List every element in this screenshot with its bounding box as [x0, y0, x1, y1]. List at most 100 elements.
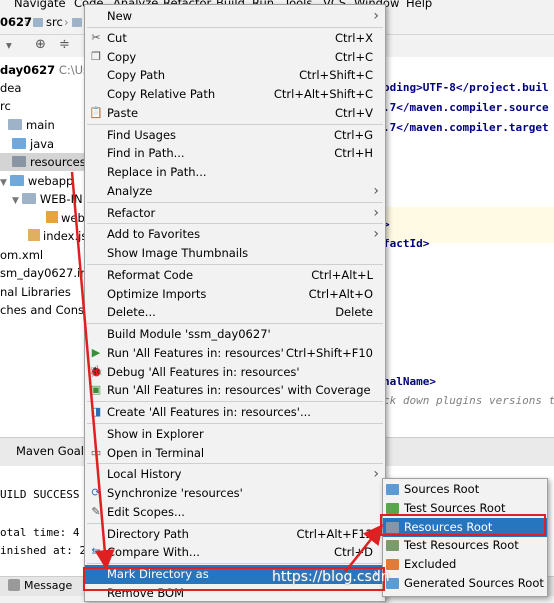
menu-item-run-all-features-in-resources-with-coverage[interactable]: ▣ Run 'All Features in: resources' with C… — [85, 381, 385, 400]
folder-icon — [12, 156, 26, 167]
tree-item-web-inf[interactable]: ▼ WEB-IN — [12, 190, 83, 208]
menu-item-label: Refactor — [107, 205, 156, 220]
tree-item-resources[interactable]: resources — [0, 153, 85, 171]
tree-item-scratches[interactable]: ches and Consol — [0, 301, 85, 319]
menu-item-edit-scopes[interactable]: ✎ Edit Scopes... — [85, 503, 385, 522]
menu-item-label: Create 'All Features in: resources'... — [107, 405, 311, 419]
code-line: nalName> — [383, 375, 436, 388]
menu-item-delete[interactable]: Delete... Delete — [85, 303, 385, 322]
menu-item-copy[interactable]: ❐ Copy Ctrl+C — [85, 48, 385, 67]
menu-item-paste[interactable]: 📋 Paste Ctrl+V — [85, 104, 385, 123]
submenu-item-resources-root[interactable]: Resources Root — [383, 517, 547, 537]
menu-item-label: Local History — [107, 467, 182, 482]
menu-item-label: Synchronize 'resources' — [107, 486, 243, 500]
watermark-text: https://blog.csdn — [272, 569, 390, 585]
tree-item-iml[interactable]: sm_day0627.iml — [0, 264, 85, 282]
menu-item-analyze[interactable]: Analyze › — [85, 182, 385, 201]
menu-item-label: Copy — [107, 49, 137, 64]
tree-item-label: day0627 — [0, 63, 56, 77]
collapse-all-icon[interactable]: ≑ — [59, 37, 70, 52]
menu-item-copy-relative-path[interactable]: Copy Relative Path Ctrl+Alt+Shift+C — [85, 85, 385, 104]
menu-item-show-image-thumbnails[interactable]: Show Image Thumbnails — [85, 244, 385, 263]
menu-item-shortcut: Ctrl+Alt+F12 — [296, 526, 373, 541]
menu-item-label: Open in Terminal — [107, 445, 205, 460]
tree-item-libraries[interactable]: nal Libraries — [0, 283, 71, 301]
menu-item-local-history[interactable]: Local History › — [85, 465, 385, 484]
code-line: .7</maven.compiler.target — [383, 121, 549, 134]
tree-item-idea[interactable]: dea — [0, 79, 21, 97]
submenu-item-label: Test Sources Root — [404, 500, 506, 515]
menu-item-remove-bom[interactable]: Remove BOM — [85, 584, 385, 603]
menu-item-synchronize-resources[interactable]: ⟳ Synchronize 'resources' — [85, 484, 385, 503]
menu-item-reformat-code[interactable]: Reformat Code Ctrl+Alt+L — [85, 266, 385, 285]
menu-item-label: Find in Path... — [107, 146, 185, 161]
menu-item-build-module-ssm-day0627[interactable]: Build Module 'ssm_day0627' — [85, 325, 385, 344]
coverage-icon: ▣ — [90, 383, 102, 397]
tree-item-pom[interactable]: om.xml — [0, 246, 43, 264]
menu-item-optimize-imports[interactable]: Optimize Imports Ctrl+Alt+O — [85, 285, 385, 304]
tree-item-root[interactable]: day0627 C:\User — [0, 61, 85, 79]
menu-item-replace-in-path[interactable]: Replace in Path... — [85, 163, 385, 182]
menu-item-label: Paste — [107, 105, 139, 120]
menu-item-shortcut: Ctrl+Shift+C — [299, 68, 373, 83]
menu-item-label: Find Usages — [107, 127, 177, 142]
dropdown-arrow-icon[interactable]: ▾ — [6, 38, 12, 52]
tree-item-main[interactable]: main — [8, 116, 55, 134]
submenu-arrow-icon: › — [373, 204, 379, 221]
folder-icon — [386, 484, 399, 495]
tree-item-web-xml[interactable]: web — [46, 209, 85, 227]
menu-item-add-to-favorites[interactable]: Add to Favorites › — [85, 225, 385, 244]
menu-item-cut[interactable]: ✂ Cut Ctrl+X — [85, 29, 385, 48]
menu-item-label: Add to Favorites — [107, 227, 201, 242]
tab-maven-goal[interactable]: Maven Goal — [16, 444, 84, 458]
submenu-item-test-resources-root[interactable]: Test Resources Root — [383, 536, 547, 555]
tree-item-webapp[interactable]: ▼ webapp — [0, 172, 73, 190]
tree-item-index-jsp[interactable]: index.jsp — [28, 227, 85, 245]
tab-messages[interactable]: Message — [24, 579, 72, 592]
locate-icon[interactable]: ⊕ — [35, 37, 46, 52]
xml-file-icon — [46, 211, 58, 223]
submenu-item-sources-root[interactable]: Sources Root — [383, 480, 547, 499]
submenu-item-test-sources-root[interactable]: Test Sources Root — [383, 499, 547, 518]
menu-item-shortcut: Ctrl+Alt+O — [308, 286, 373, 301]
menu-item-create-all-features-in-resources[interactable]: ◨ Create 'All Features in: resources'... — [85, 403, 385, 422]
menu-item-shortcut: Ctrl+H — [334, 146, 373, 161]
menu-item-run-all-features-in-resources[interactable]: ▶ Run 'All Features in: resources' Ctrl+Sh… — [85, 344, 385, 363]
menu-item-refactor[interactable]: Refactor › — [85, 204, 385, 223]
submenu-item-excluded[interactable]: Excluded — [383, 555, 547, 574]
code-line: .7</maven.compiler.source — [383, 101, 549, 114]
submenu-arrow-icon: › — [373, 226, 379, 243]
menu-help[interactable]: Help — [406, 0, 432, 10]
menu-item-shortcut: Ctrl+Shift+F10 — [285, 345, 373, 360]
menu-item-shortcut: Ctrl+X — [335, 30, 373, 45]
jsp-file-icon — [28, 229, 40, 241]
tree-item-java[interactable]: java — [12, 135, 54, 153]
sync-icon: ⟳ — [91, 486, 101, 499]
menu-item-shortcut: Ctrl+G — [333, 127, 373, 142]
menu-item-label: Copy Relative Path — [107, 87, 216, 101]
tree-item-label: resources — [30, 155, 85, 169]
menu-item-open-in-terminal[interactable]: ▭ Open in Terminal — [85, 444, 385, 463]
folder-icon — [386, 540, 399, 552]
menu-item-directory-path[interactable]: Directory Path Ctrl+Alt+F12 — [85, 525, 385, 544]
chevron-down-icon: ▼ — [12, 196, 19, 206]
menu-item-find-usages[interactable]: Find Usages Ctrl+G — [85, 126, 385, 145]
menu-item-copy-path[interactable]: Copy Path Ctrl+Shift+C — [85, 66, 385, 85]
code-editor[interactable]: oding>UTF-8</project.buil .7</maven.comp… — [383, 57, 554, 437]
submenu-item-generated-sources-root[interactable]: Generated Sources Root — [383, 574, 547, 593]
tree-item-label: WEB-IN — [39, 192, 83, 206]
menu-item-shortcut: Ctrl+V — [335, 105, 373, 120]
breadcrumb-src[interactable]: src — [46, 15, 63, 29]
tree-item-src[interactable]: rc — [0, 97, 11, 115]
submenu-item-label: Sources Root — [404, 482, 480, 496]
menu-item-debug-all-features-in-resources[interactable]: 🐞 Debug 'All Features in: resources' — [85, 363, 385, 382]
console-line: UILD SUCCESS — [0, 488, 80, 501]
tree-item-label: webapp — [27, 174, 74, 188]
menu-item-new[interactable]: New › — [85, 7, 385, 26]
menu-item-find-in-path[interactable]: Find in Path... Ctrl+H — [85, 144, 385, 163]
menu-item-show-in-explorer[interactable]: Show in Explorer — [85, 425, 385, 444]
scopes-icon: ✎ — [91, 504, 101, 518]
code-line: oding>UTF-8</project.buil — [383, 81, 549, 94]
menu-navigate[interactable]: Navigate — [14, 0, 66, 10]
menu-item-compare-with[interactable]: ⇆ Compare With... Ctrl+D — [85, 543, 385, 562]
